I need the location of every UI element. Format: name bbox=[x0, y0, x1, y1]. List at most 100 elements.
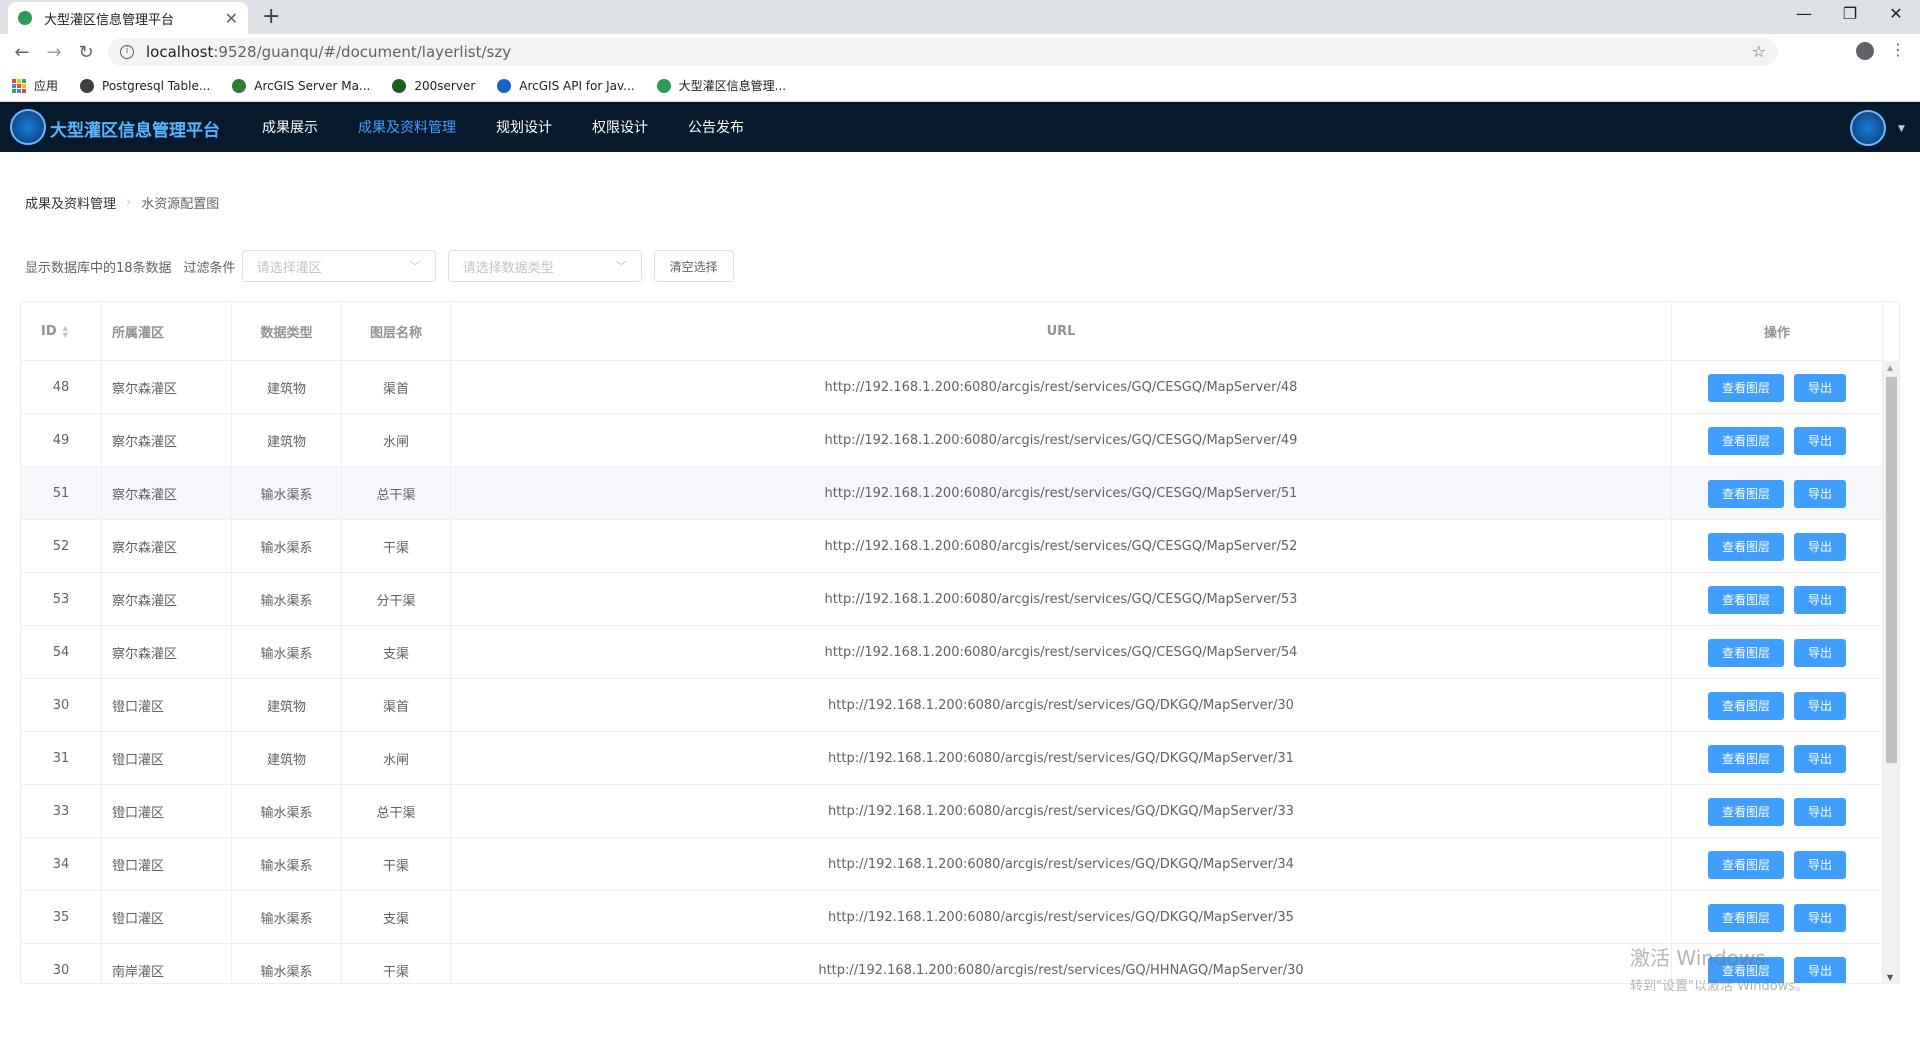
chevron-down-icon: ﹀ bbox=[409, 260, 421, 273]
export-button[interactable]: 导出 bbox=[1794, 903, 1847, 932]
cell-district: 镫口灌区 bbox=[102, 679, 232, 732]
cell-id: 35 bbox=[21, 891, 102, 944]
scroll-down-icon[interactable]: ▼ bbox=[1887, 973, 1893, 982]
clear-filter-button[interactable]: 清空选择 bbox=[653, 250, 734, 282]
bookmark-arcgis-api[interactable]: ArcGIS API for Jav... bbox=[497, 78, 635, 93]
scrollbar-thumb[interactable] bbox=[1886, 377, 1897, 763]
globe-icon bbox=[80, 78, 95, 93]
column-header-layer: 图层名称 bbox=[342, 302, 451, 361]
column-header-type: 数据类型 bbox=[232, 302, 342, 361]
nav-item-data-management[interactable]: 成果及资料管理 bbox=[358, 117, 456, 137]
cell-ops: 查看图层 导出 bbox=[1672, 838, 1883, 891]
view-layer-button[interactable]: 查看图层 bbox=[1707, 479, 1784, 508]
export-button[interactable]: 导出 bbox=[1794, 691, 1847, 720]
view-layer-button[interactable]: 查看图层 bbox=[1707, 532, 1784, 561]
new-tab-icon[interactable]: + bbox=[262, 4, 280, 29]
view-layer-button[interactable]: 查看图层 bbox=[1707, 797, 1784, 826]
nav-item-results[interactable]: 成果展示 bbox=[262, 117, 318, 137]
table-body: 48 察尔森灌区 建筑物 渠首 http://192.168.1.200:6080/ar… bbox=[21, 361, 1883, 983]
view-layer-button[interactable]: 查看图层 bbox=[1707, 373, 1784, 402]
export-button[interactable]: 导出 bbox=[1794, 638, 1847, 667]
cell-url: http://192.168.1.200:6080/arcgis/rest/se… bbox=[451, 785, 1672, 838]
table-row: 30 镫口灌区 建筑物 渠首 http://192.168.1.200:6080/arc… bbox=[21, 679, 1883, 732]
view-layer-button[interactable]: 查看图层 bbox=[1707, 744, 1784, 773]
export-button[interactable]: 导出 bbox=[1794, 532, 1847, 561]
watermark-line2: 转到"设置"以激活 Windows。 bbox=[1630, 979, 1809, 994]
export-button[interactable]: 导出 bbox=[1794, 585, 1847, 614]
column-header-district: 所属灌区 bbox=[102, 302, 232, 361]
reload-icon[interactable]: ↻ bbox=[76, 42, 96, 63]
cell-district: 察尔森灌区 bbox=[102, 626, 232, 679]
table-row: 33 镫口灌区 输水渠系 总干渠 http://192.168.1.200:6080/a… bbox=[21, 785, 1883, 838]
layer-table: ID ▲ ▼ 所属灌区 数据类型 图层名称 URL 操作 48 察尔森灌区 建筑物 渠首… bbox=[20, 301, 1900, 984]
user-avatar[interactable] bbox=[1850, 110, 1886, 146]
table-scrollbar[interactable]: ▲ ▼ bbox=[1883, 361, 1899, 983]
view-layer-button[interactable]: 查看图层 bbox=[1707, 585, 1784, 614]
record-count: 显示数据库中的18条数据 bbox=[25, 260, 172, 276]
cell-layer: 渠首 bbox=[342, 679, 451, 732]
bookmark-label: 200server bbox=[414, 78, 476, 93]
cell-type: 输水渠系 bbox=[232, 626, 342, 679]
cell-ops: 查看图层 导出 bbox=[1672, 626, 1883, 679]
cell-type: 建筑物 bbox=[232, 732, 342, 785]
cell-layer: 分干渠 bbox=[342, 573, 451, 626]
bookmark-star-icon[interactable]: ☆ bbox=[1752, 42, 1766, 61]
cell-type: 输水渠系 bbox=[232, 838, 342, 891]
bookmark-200server[interactable]: 200server bbox=[392, 78, 476, 93]
cell-layer: 总干渠 bbox=[342, 785, 451, 838]
url-input[interactable]: i localhost:9528/guanqu/#/document/layer… bbox=[108, 38, 1778, 66]
table-row: 30 南岸灌区 输水渠系 干渠 http://192.168.1.200:6080/ar… bbox=[21, 944, 1883, 983]
export-button[interactable]: 导出 bbox=[1794, 479, 1847, 508]
windows-activation-watermark: 激活 Windows 转到"设置"以激活 Windows。 bbox=[1630, 942, 1808, 994]
cell-url: http://192.168.1.200:6080/arcgis/rest/se… bbox=[451, 626, 1672, 679]
sort-icon[interactable]: ▲ ▼ bbox=[63, 324, 68, 339]
view-layer-button[interactable]: 查看图层 bbox=[1707, 638, 1784, 667]
nav-item-announcements[interactable]: 公告发布 bbox=[688, 117, 744, 137]
browser-menu-icon[interactable]: ⋮ bbox=[1890, 40, 1906, 59]
back-icon[interactable]: ← bbox=[12, 42, 32, 63]
breadcrumb-parent[interactable]: 成果及资料管理 bbox=[25, 193, 116, 212]
bookmark-apps[interactable]: 应用 bbox=[12, 77, 58, 94]
cell-type: 建筑物 bbox=[232, 414, 342, 467]
chevron-right-icon: › bbox=[126, 195, 132, 210]
scroll-up-icon[interactable]: ▲ bbox=[1887, 363, 1893, 372]
nav-item-planning[interactable]: 规划设计 bbox=[496, 117, 552, 137]
bookmark-arcgis-server[interactable]: ArcGIS Server Ma... bbox=[232, 78, 370, 93]
district-select[interactable]: 请选择灌区 ﹀ bbox=[241, 250, 436, 282]
bookmark-platform[interactable]: 大型灌区信息管理... bbox=[656, 77, 786, 94]
export-button[interactable]: 导出 bbox=[1794, 373, 1847, 402]
cell-url: http://192.168.1.200:6080/arcgis/rest/se… bbox=[451, 520, 1672, 573]
forward-icon[interactable]: → bbox=[44, 42, 64, 63]
export-button[interactable]: 导出 bbox=[1794, 797, 1847, 826]
cell-url: http://192.168.1.200:6080/arcgis/rest/se… bbox=[451, 732, 1672, 785]
view-layer-button[interactable]: 查看图层 bbox=[1707, 426, 1784, 455]
browser-tab[interactable]: 大型灌区信息管理平台 ✕ bbox=[8, 2, 248, 34]
close-window-icon[interactable]: ✕ bbox=[1886, 4, 1906, 23]
column-header-id[interactable]: ID ▲ ▼ bbox=[21, 302, 102, 361]
site-info-icon[interactable]: i bbox=[120, 45, 134, 59]
view-layer-button[interactable]: 查看图层 bbox=[1707, 691, 1784, 720]
export-button[interactable]: 导出 bbox=[1794, 744, 1847, 773]
cell-url: http://192.168.1.200:6080/arcgis/rest/se… bbox=[451, 891, 1672, 944]
restore-icon[interactable]: ❐ bbox=[1840, 4, 1860, 23]
minimize-icon[interactable]: — bbox=[1794, 4, 1814, 23]
table-row: 49 察尔森灌区 建筑物 水闸 http://192.168.1.200:6080/ar… bbox=[21, 414, 1883, 467]
profile-icon[interactable] bbox=[1856, 42, 1874, 60]
breadcrumb-current: 水资源配置图 bbox=[141, 197, 220, 212]
export-button[interactable]: 导出 bbox=[1794, 850, 1847, 879]
district-select-placeholder: 请选择灌区 bbox=[256, 260, 322, 276]
cell-type: 输水渠系 bbox=[232, 573, 342, 626]
cell-district: 察尔森灌区 bbox=[102, 467, 232, 520]
data-type-select[interactable]: 请选择数据类型 ﹀ bbox=[447, 250, 642, 282]
caret-down-icon[interactable]: ▼ bbox=[1898, 124, 1905, 134]
nav-item-permissions[interactable]: 权限设计 bbox=[592, 117, 648, 137]
view-layer-button[interactable]: 查看图层 bbox=[1707, 850, 1784, 879]
cell-url: http://192.168.1.200:6080/arcgis/rest/se… bbox=[451, 467, 1672, 520]
cell-type: 输水渠系 bbox=[232, 944, 342, 983]
cell-layer: 干渠 bbox=[342, 520, 451, 573]
cell-ops: 查看图层 导出 bbox=[1672, 679, 1883, 732]
view-layer-button[interactable]: 查看图层 bbox=[1707, 903, 1784, 932]
bookmark-postgresql[interactable]: Postgresql Table... bbox=[80, 78, 210, 93]
export-button[interactable]: 导出 bbox=[1794, 426, 1847, 455]
close-tab-icon[interactable]: ✕ bbox=[225, 9, 238, 28]
